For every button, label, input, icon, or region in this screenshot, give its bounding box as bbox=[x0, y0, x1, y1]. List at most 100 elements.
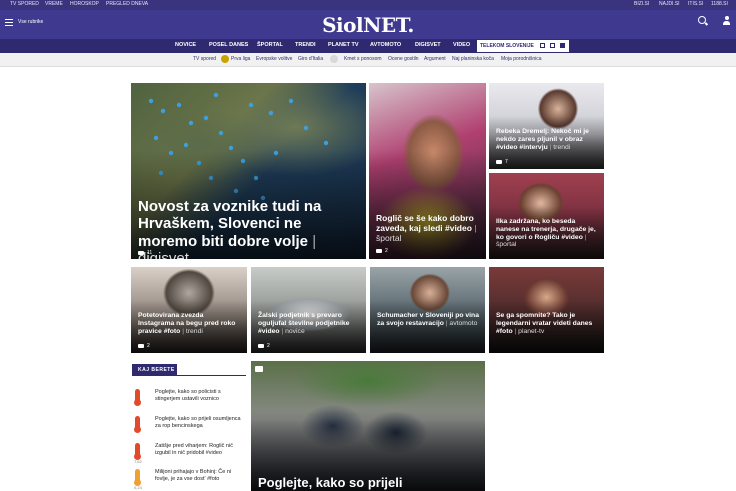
card-title-text: Ilka zadržana, ko beseda nanese na trene… bbox=[496, 218, 596, 241]
thermometer-icon bbox=[134, 469, 141, 486]
most-read-item[interactable]: 5,24 Milijoni prihajajo v Bohinj: Če ni … bbox=[132, 469, 246, 491]
comment-icon bbox=[496, 159, 502, 164]
most-read-title: Zatišje pred viharjem: Roglič nič izgubi… bbox=[155, 443, 233, 457]
headline-card[interactable]: Se ga spomnite? Tako je legendarni vrata… bbox=[489, 267, 604, 353]
headline-card[interactable]: Rebeka Dremelj: Nekoč mi je nekdo zares … bbox=[489, 83, 604, 169]
headline-card[interactable]: Ilka zadržana, ko beseda nanese na trene… bbox=[489, 173, 604, 259]
tv-icon bbox=[540, 43, 545, 48]
user-icon[interactable] bbox=[723, 16, 730, 25]
divider bbox=[132, 375, 246, 376]
utility-link[interactable]: ITIS.SI bbox=[688, 1, 703, 7]
thermometer-icon bbox=[134, 416, 141, 433]
card-title-text: Rebeka Dremelj: Nekoč mi je nekdo zares … bbox=[496, 128, 589, 151]
card-title: Potetovirana zvezda Instagrama na begu p… bbox=[138, 312, 241, 335]
subnav-item[interactable]: TV spored bbox=[193, 56, 216, 62]
card-title: Roglič se še kako dobro zaveda, kaj sled… bbox=[376, 213, 480, 243]
nav-item-trendi[interactable]: TRENDI bbox=[295, 42, 315, 48]
site-header: Vse rubrike SiolNET. bbox=[0, 10, 736, 39]
card-category: planet-tv bbox=[515, 328, 545, 335]
comment-icon bbox=[138, 250, 144, 255]
subnav-item[interactable]: Ocene gostiln bbox=[388, 56, 419, 62]
nav-item-digisvet[interactable]: DIGISVET bbox=[415, 42, 441, 48]
card-title-text: Poglejte, kako so prijeli bbox=[258, 475, 403, 490]
sub-nav: TV spored Prva liga Evropske volitve Gir… bbox=[0, 53, 736, 67]
card-title: Schumacher v Sloveniji po vina za svojo … bbox=[377, 312, 479, 328]
utility-link[interactable]: 1188.SI bbox=[711, 1, 728, 7]
most-read-label: KAJ BERETE bbox=[132, 364, 177, 375]
card-title: Žalski podjetnik s prevaro oguljufal šte… bbox=[258, 312, 360, 335]
comment-count: 11 bbox=[138, 250, 152, 256]
nav-item-avtomoto[interactable]: AVTOMOTO bbox=[370, 42, 401, 48]
comment-count: 7 bbox=[496, 159, 508, 165]
comment-count-value: 2 bbox=[147, 343, 150, 349]
search-icon[interactable] bbox=[698, 16, 706, 24]
subnav-item[interactable]: Prva liga bbox=[231, 56, 250, 62]
comment-count: 2 bbox=[376, 248, 388, 254]
utility-link[interactable]: PREGLED DNEVA bbox=[106, 1, 148, 7]
headline-card[interactable]: Roglič se še kako dobro zaveda, kaj sled… bbox=[369, 83, 486, 259]
subnav-item[interactable]: Giro d'Italia bbox=[298, 56, 323, 62]
card-title: Rebeka Dremelj: Nekoč mi je nekdo zares … bbox=[496, 128, 598, 151]
nav-item-video[interactable]: VIDEO bbox=[453, 42, 470, 48]
headline-card[interactable]: Schumacher v Sloveniji po vina za svojo … bbox=[370, 267, 485, 353]
camera-icon bbox=[255, 366, 263, 372]
headline-card[interactable]: Novost za voznike tudi na Hrvaškem, Slov… bbox=[131, 83, 366, 259]
card-category: trendi bbox=[550, 144, 571, 151]
nav-item-posel-danes[interactable]: POSEL DANES bbox=[209, 42, 248, 48]
utility-link[interactable]: TV SPORED bbox=[10, 1, 39, 7]
subnav-item[interactable]: Moja porodnišnica bbox=[501, 56, 542, 62]
comment-count-value: 2 bbox=[267, 343, 270, 349]
comment-count-value: 2 bbox=[385, 248, 388, 254]
prva-liga-icon bbox=[221, 55, 229, 63]
most-read-item[interactable]: Poglejte, kako so policisti s stingerjem… bbox=[132, 389, 246, 413]
card-title-text: Roglič se še kako dobro zaveda, kaj sled… bbox=[376, 213, 474, 233]
most-read-title: Poglejte, kako so prijeli osumljenca za … bbox=[155, 416, 241, 430]
utility-link[interactable]: VREME bbox=[45, 1, 63, 7]
telekom-label: TELEKOM SLOVENIJE bbox=[480, 43, 534, 49]
card-category: avtomoto bbox=[446, 320, 478, 327]
logo-suffix: NET. bbox=[363, 13, 414, 37]
nav-item-novice[interactable]: NOVICE bbox=[175, 42, 196, 48]
utility-link[interactable]: BIZI.SI bbox=[634, 1, 649, 7]
card-title: Poglejte, kako so prijeli bbox=[258, 475, 479, 491]
card-title: Ilka zadržana, ko beseda nanese na trene… bbox=[496, 218, 598, 249]
most-read-item[interactable]: Poglejte, kako so prijeli osumljenca za … bbox=[132, 416, 246, 440]
logo-text: Siol bbox=[322, 13, 364, 37]
heat-score: 5,24 bbox=[134, 485, 142, 490]
most-read-title: Milijoni prihajajo v Bohinj: Če ni fovlj… bbox=[155, 469, 232, 483]
utility-link[interactable]: NAJDI.SI bbox=[659, 1, 680, 7]
comment-count-value: 11 bbox=[147, 250, 153, 256]
headline-card[interactable]: Potetovirana zvezda Instagrama na begu p… bbox=[131, 267, 247, 353]
farm-icon bbox=[330, 55, 338, 63]
nav-item-sportal[interactable]: ŠPORTAL bbox=[257, 42, 283, 48]
subnav-item[interactable]: Naj planinska koča bbox=[452, 56, 494, 62]
thermometer-icon bbox=[134, 443, 141, 460]
featured-video-card[interactable]: Poglejte, kako so prijeli bbox=[251, 361, 485, 491]
comment-count: 2 bbox=[138, 343, 150, 349]
subnav-item[interactable]: Argument bbox=[424, 56, 446, 62]
telekom-slovenije-link[interactable]: TELEKOM SLOVENIJE bbox=[477, 40, 569, 52]
heat-score: 7,62 bbox=[134, 459, 142, 464]
thermometer-icon bbox=[134, 389, 141, 406]
main-nav: NOVICE POSEL DANES ŠPORTAL TRENDI PLANET… bbox=[0, 39, 736, 53]
subnav-item[interactable]: Kmet s ponosom bbox=[344, 56, 382, 62]
comment-count-value: 7 bbox=[505, 159, 508, 165]
utility-link[interactable]: HOROSKOP bbox=[70, 1, 99, 7]
card-title: Novost za voznike tudi na Hrvaškem, Slov… bbox=[138, 198, 360, 259]
card-category: novice bbox=[281, 328, 304, 335]
phone-icon bbox=[550, 43, 555, 48]
card-category: trendi bbox=[182, 328, 203, 335]
most-read-title: Poglejte, kako so policisti s stingerjem… bbox=[155, 389, 221, 403]
most-read-item[interactable]: 7,62 Zatišje pred viharjem: Roglič nič i… bbox=[132, 443, 246, 467]
card-title: Se ga spomnite? Tako je legendarni vrata… bbox=[496, 312, 598, 335]
subnav-item[interactable]: Evropske volitve bbox=[256, 56, 292, 62]
comment-count: 2 bbox=[258, 343, 270, 349]
card-title-text: Novost za voznike tudi na Hrvaškem, Slov… bbox=[138, 198, 322, 250]
nav-item-planet-tv[interactable]: PLANET TV bbox=[328, 42, 359, 48]
comment-icon bbox=[138, 343, 144, 348]
headline-card[interactable]: Žalski podjetnik s prevaro oguljufal šte… bbox=[251, 267, 366, 353]
utility-bar: TV SPORED VREME HOROSKOP PREGLED DNEVA B… bbox=[0, 0, 736, 10]
comment-icon bbox=[258, 343, 264, 348]
site-logo[interactable]: SiolNET. bbox=[0, 13, 736, 37]
mail-icon bbox=[560, 43, 565, 48]
